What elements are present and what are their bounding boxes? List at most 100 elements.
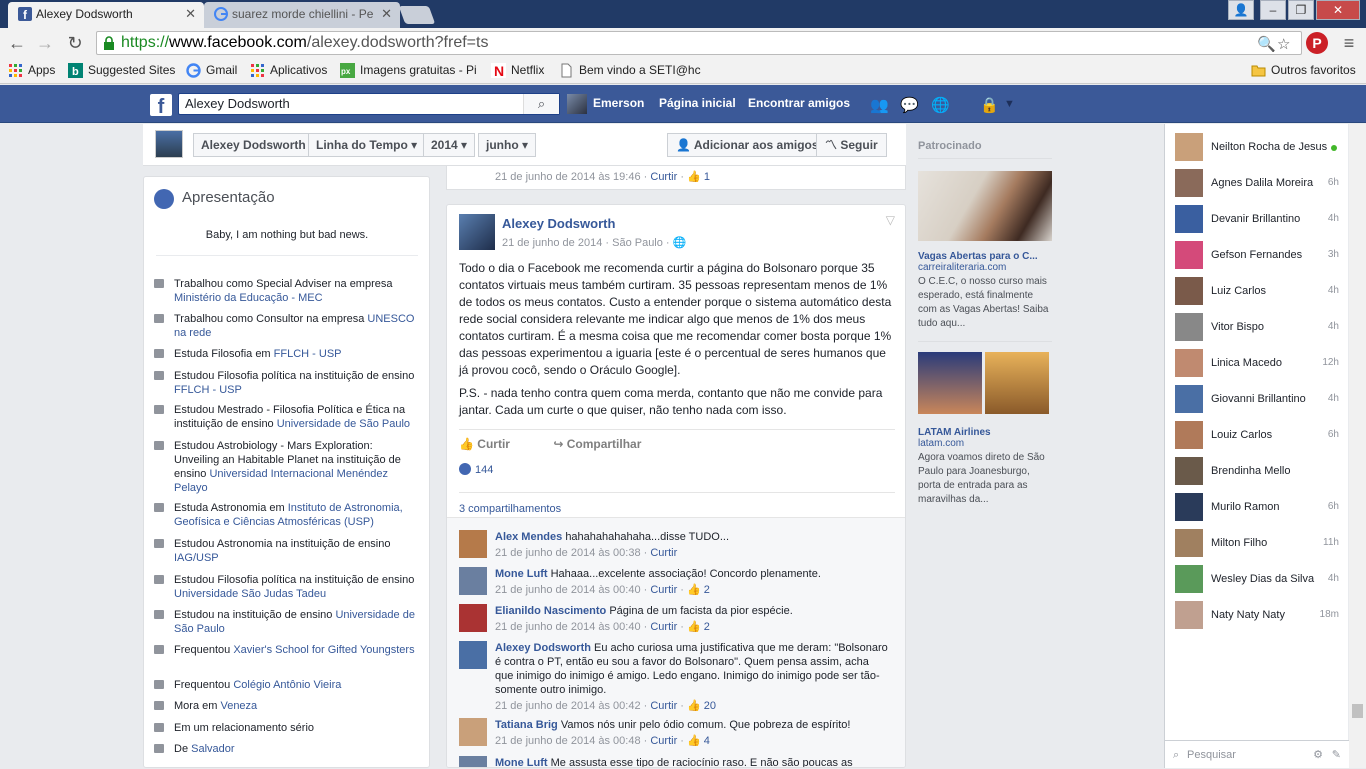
comment-like-count[interactable]: 4 [704,735,710,747]
like-count-row[interactable]: 144 [459,463,493,476]
intro-item-link[interactable]: Colégio Antônio Vieira [233,679,341,691]
bookmark-netflix[interactable]: N Netflix [491,63,544,78]
page-scrollbar[interactable] [1349,124,1366,768]
compose-icon[interactable]: ✎ [1332,741,1341,769]
comment-author[interactable]: Alexey Dodsworth [495,642,591,654]
comment-like-count[interactable]: 2 [704,621,710,633]
chat-friend[interactable]: Devanir Brillantino 4h [1175,205,1345,235]
comment-like-count[interactable]: 20 [704,700,716,712]
comment-avatar[interactable] [459,604,487,632]
chat-friend[interactable]: Milton Filho 11h [1175,529,1345,559]
chat-search-input[interactable]: ⌕ Pesquisar ⚙ ✎ [1165,740,1349,768]
profile-avatar[interactable] [155,130,183,158]
reload-icon[interactable]: ↻ [64,32,86,54]
intro-item-link[interactable]: IAG/USP [174,552,219,564]
post-author-avatar[interactable] [459,214,495,250]
comment-author[interactable]: Tatiana Brig [495,719,558,731]
comment-avatar[interactable] [459,567,487,595]
bookmark-apps[interactable]: Apps [8,63,55,77]
ad-image[interactable] [918,171,1052,241]
intro-item-link[interactable]: Universidade de São Paulo [277,418,410,430]
url-input[interactable]: https://www.facebook.com/alexey.dodswort… [96,31,1302,55]
comment-like-link[interactable]: Curtir [650,547,677,559]
friend-requests-icon[interactable]: 👥 [870,96,889,114]
like-count[interactable]: 1 [704,171,710,183]
chrome-menu-icon[interactable]: ≡ [1338,32,1360,54]
zoom-icon[interactable]: 🔍 [1257,34,1276,56]
comment-like-link[interactable]: Curtir [650,621,677,633]
follow-button[interactable]: 〽 Seguir [816,133,887,157]
share-count-link[interactable]: 3 compartilhamentos [459,492,895,515]
post-options-chevron-icon[interactable]: ▽ [886,213,895,227]
chat-friend[interactable]: Brendinha Mello [1175,457,1345,487]
comment-author[interactable]: Mone Luft [495,757,548,767]
comment-avatar[interactable] [459,718,487,746]
chat-friend[interactable]: Naty Naty Naty 18m [1175,601,1345,631]
like-action-button[interactable]: 👍 Curtir [459,437,510,451]
intro-item-link[interactable]: Veneza [220,700,257,712]
chat-friend[interactable]: Giovanni Brillantino 4h [1175,385,1345,415]
chat-friend[interactable]: Gefson Fernandes 3h [1175,241,1345,271]
like-link[interactable]: Curtir [650,171,677,183]
comment-avatar[interactable] [459,756,487,767]
account-menu-icon[interactable]: ▼ [1004,98,1015,110]
chat-friend[interactable]: Linica Macedo 12h [1175,349,1345,379]
chat-friend[interactable]: Wesley Dias da Silva 4h [1175,565,1345,595]
user-avatar[interactable] [567,94,587,114]
back-arrow-icon[interactable]: ← [6,32,28,54]
facebook-logo-icon[interactable]: f [150,94,172,118]
browser-tab-inactive[interactable]: suarez morde chiellini - Pe ✕ [204,2,400,28]
post-place[interactable]: São Paulo [612,237,663,249]
month-dropdown[interactable]: junho ▾ [478,133,537,157]
comment-like-link[interactable]: Curtir [650,700,677,712]
profile-button[interactable]: 👤 [1228,0,1254,20]
post-author-name[interactable]: Alexey Dodsworth [502,216,615,231]
close-tab-icon[interactable]: ✕ [185,2,196,26]
share-action-button[interactable]: ↪ Compartilhar [553,437,641,451]
chat-friend[interactable]: Neilton Rocha de Jesus [1175,133,1345,163]
ad-url[interactable]: latam.com [918,438,1052,449]
ad-image[interactable] [985,352,1049,414]
intro-item-link[interactable]: FFLCH - USP [274,348,342,360]
gear-icon[interactable]: ⚙ [1313,741,1323,769]
new-tab-button[interactable] [398,6,436,24]
intro-item-link[interactable]: Xavier's School for Gifted Youngsters [233,644,414,656]
home-link[interactable]: Página inicial [659,96,736,110]
comment-avatar[interactable] [459,641,487,669]
bookmark-gmail[interactable]: Gmail [186,63,237,78]
timeline-section-dropdown[interactable]: Linha do Tempo ▾ [308,133,426,157]
comment-like-count[interactable]: 2 [704,584,710,596]
forward-arrow-icon[interactable]: → [34,32,56,54]
chat-friend[interactable]: Louiz Carlos 6h [1175,421,1345,451]
maximize-button[interactable]: ❐ [1288,0,1314,20]
scrollbar-thumb[interactable] [1352,704,1363,718]
chat-friend[interactable]: Murilo Ramon 6h [1175,493,1345,523]
comment-author[interactable]: Alex Mendes [495,531,562,543]
intro-item-link[interactable]: Ministério da Educação - MEC [174,292,323,304]
intro-item-link[interactable]: FFLCH - USP [174,384,242,396]
ad-image[interactable] [918,352,982,414]
ad-title[interactable]: LATAM Airlines [918,427,1052,438]
add-friend-button[interactable]: 👤 Adicionar aos amigos [667,133,828,157]
close-tab-icon[interactable]: ✕ [381,2,392,26]
minimize-button[interactable]: – [1260,0,1286,20]
post-date[interactable]: 21 de junho de 2014 [502,237,602,249]
messages-icon[interactable]: 💬 [900,96,919,114]
star-bookmark-icon[interactable]: ☆ [1277,34,1290,56]
intro-item-link[interactable]: Universidade São Judas Tadeu [174,588,326,600]
comment-author[interactable]: Elianildo Nascimento [495,605,606,617]
search-icon[interactable]: ⌕ [523,94,559,114]
chat-friend[interactable]: Vitor Bispo 4h [1175,313,1345,343]
ad-title[interactable]: Vagas Abertas para o C... [918,251,1052,262]
intro-item-link[interactable]: Salvador [191,743,234,755]
privacy-shortcuts-icon[interactable]: 🔒 [980,96,999,114]
facebook-search-input[interactable]: Alexey Dodsworth ⌕ [178,93,560,115]
comment-author[interactable]: Mone Luft [495,568,548,580]
comment-avatar[interactable] [459,530,487,558]
profile-link[interactable]: Emerson [593,96,644,110]
bookmark-suggested-sites[interactable]: b Suggested Sites [68,63,175,78]
timeline-name-link[interactable]: Alexey Dodsworth [193,133,314,157]
bookmark-aplicativos[interactable]: Aplicativos [250,63,327,77]
bookmark-imagens-gratuitas[interactable]: px Imagens gratuitas - Pi [340,63,477,78]
browser-tab-active[interactable]: f Alexey Dodsworth ✕ [8,2,204,28]
